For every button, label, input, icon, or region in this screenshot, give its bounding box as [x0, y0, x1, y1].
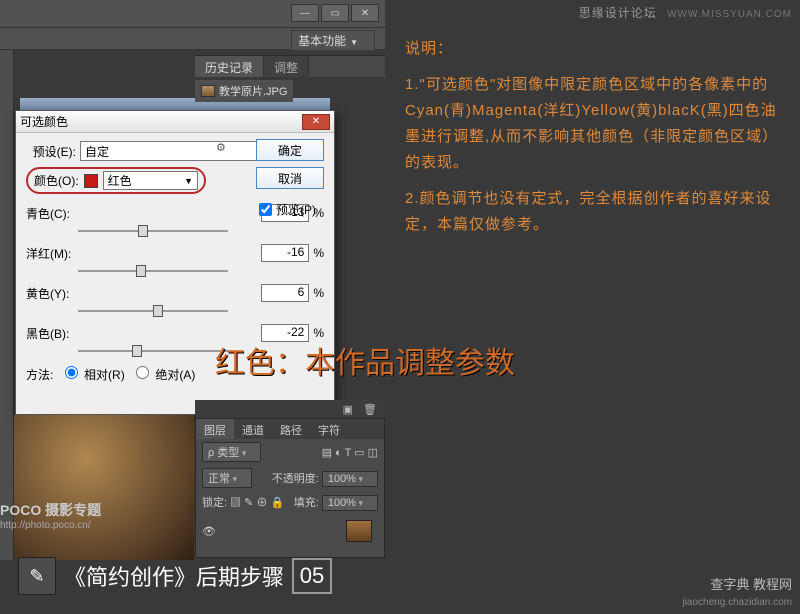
layers-panel: 图层 通道 路径 字符 ρ 类型 ▤ ◐ T ▭ ◫ 正常 不透明度: 100%…: [195, 418, 385, 558]
method-relative-label: 相对(R): [84, 368, 125, 382]
watermark-left: POCO 摄影专题 http://photo.poco.cn/: [0, 500, 120, 531]
filter-icons[interactable]: ▤ ◐ T ▭ ◫: [322, 446, 378, 459]
watermark-br-brand: 查字典: [710, 577, 749, 592]
history-panel-tabs: 历史记录 调整: [195, 55, 385, 77]
watermark-left-brand: POCO 摄影专题: [0, 500, 120, 520]
cyan-slider[interactable]: [78, 224, 228, 238]
method-absolute-label: 绝对(A): [155, 368, 195, 382]
step-icon: ✎: [18, 557, 56, 595]
percent-label: %: [313, 286, 324, 300]
explain-heading: 说明：: [405, 36, 785, 62]
fill-value[interactable]: 100%: [322, 495, 378, 511]
preset-label: 预设(E):: [26, 143, 76, 160]
color-dropdown[interactable]: 红色: [103, 171, 198, 190]
watermark-bottom-right: 查字典 教程网 jiaocheng.chazidian.com: [682, 574, 792, 608]
dialog-title: 可选颜色: [20, 113, 68, 130]
close-button[interactable]: ✕: [351, 4, 379, 22]
black-label: 黑色(B):: [26, 325, 78, 342]
color-select-highlight: 颜色(O): 红色: [26, 167, 206, 194]
explain-p1: 1."可选颜色"对图像中限定颜色区域中的各像素中的Cyan(青)Magenta(…: [405, 72, 785, 176]
tutorial-step-bar: ✎ 《简约创作》后期步骤 05: [18, 556, 332, 596]
preset-value: 自定: [85, 143, 109, 160]
black-slider[interactable]: [78, 344, 228, 358]
maximize-button[interactable]: ▭: [321, 4, 349, 22]
magenta-value-input[interactable]: -16: [261, 244, 309, 262]
cyan-label: 青色(C):: [26, 205, 78, 222]
color-swatch-icon: [84, 174, 98, 188]
document-canvas: [14, 415, 194, 560]
headline-text: 红色：本作品调整参数: [215, 338, 515, 382]
trash-icon[interactable]: 🗑: [363, 403, 377, 416]
percent-label: %: [313, 246, 324, 260]
layer-row[interactable]: 👁: [196, 513, 384, 549]
color-label: 颜色(O):: [34, 172, 79, 189]
toolbar-strip: [0, 50, 14, 560]
explanation-block: 说明： 1."可选颜色"对图像中限定颜色区域中的各像素中的Cyan(青)Mage…: [405, 36, 785, 248]
step-text: 《简约创作》后期步骤: [64, 560, 284, 592]
yellow-slider[interactable]: [78, 304, 228, 318]
history-document-entry[interactable]: 教学原片.JPG: [195, 80, 293, 102]
lock-icons[interactable]: ▨ ✎ ⊕ 🔒: [230, 497, 284, 509]
method-absolute-radio[interactable]: [136, 366, 149, 379]
opacity-value[interactable]: 100%: [322, 471, 378, 487]
dialog-titlebar: 可选颜色 ✕: [16, 111, 334, 133]
tab-channels[interactable]: 通道: [234, 419, 272, 439]
minimize-button[interactable]: —: [291, 4, 319, 22]
document-thumb-icon: [201, 85, 215, 97]
tab-adjustments[interactable]: 调整: [264, 56, 309, 77]
watermark-top-right: 思缘设计论坛 WWW.MISSYUAN.COM: [579, 4, 792, 21]
tab-character[interactable]: 字符: [310, 419, 348, 439]
layer-thumb-icon: [346, 520, 372, 542]
yellow-value-input[interactable]: 6: [261, 284, 309, 302]
tab-paths[interactable]: 路径: [272, 419, 310, 439]
preview-label: 预览(P): [276, 201, 316, 218]
app-titlebar: — ▭ ✕: [0, 0, 385, 28]
tab-layers[interactable]: 图层: [196, 419, 234, 439]
explain-p2: 2.颜色调节也没有定式，完全根据创作者的喜好来设定，本篇仅做参考。: [405, 186, 785, 238]
watermark-text: 思缘设计论坛: [579, 6, 657, 20]
yellow-label: 黄色(Y):: [26, 285, 78, 302]
layer-filter-kind[interactable]: ρ 类型: [202, 442, 261, 462]
document-name: 教学原片.JPG: [219, 83, 287, 99]
adjustments-icon-row: ▣ 🗑: [195, 400, 385, 418]
method-label: 方法:: [26, 368, 53, 382]
magenta-slider[interactable]: [78, 264, 228, 278]
watermark-br-url: jiaocheng.chazidian.com: [682, 597, 792, 608]
lock-label: 锁定:: [202, 497, 227, 509]
blend-mode-dropdown[interactable]: 正常: [202, 468, 252, 488]
tab-history[interactable]: 历史记录: [195, 56, 264, 77]
workspace-dropdown[interactable]: 基本功能: [291, 30, 375, 51]
color-value: 红色: [108, 172, 132, 189]
watermark-left-url: http://photo.poco.cn/: [0, 520, 120, 531]
watermark-site: WWW.MISSYUAN.COM: [667, 9, 792, 20]
magenta-label: 洋红(M):: [26, 245, 78, 262]
method-relative-radio[interactable]: [65, 366, 78, 379]
gear-icon[interactable]: ⚙: [216, 141, 230, 155]
cancel-button[interactable]: 取消: [256, 167, 324, 189]
step-number: 05: [292, 558, 332, 594]
dialog-close-button[interactable]: ✕: [302, 114, 330, 130]
fill-label: 填充:: [294, 497, 319, 509]
workspace-bar: 基本功能: [0, 28, 385, 50]
watermark-br-sub: 教程网: [753, 577, 792, 592]
ok-button[interactable]: 确定: [256, 139, 324, 161]
camera-icon[interactable]: ▣: [343, 403, 353, 416]
visibility-eye-icon[interactable]: 👁: [202, 525, 216, 538]
opacity-label: 不透明度:: [272, 473, 319, 485]
preview-checkbox[interactable]: [259, 203, 272, 216]
